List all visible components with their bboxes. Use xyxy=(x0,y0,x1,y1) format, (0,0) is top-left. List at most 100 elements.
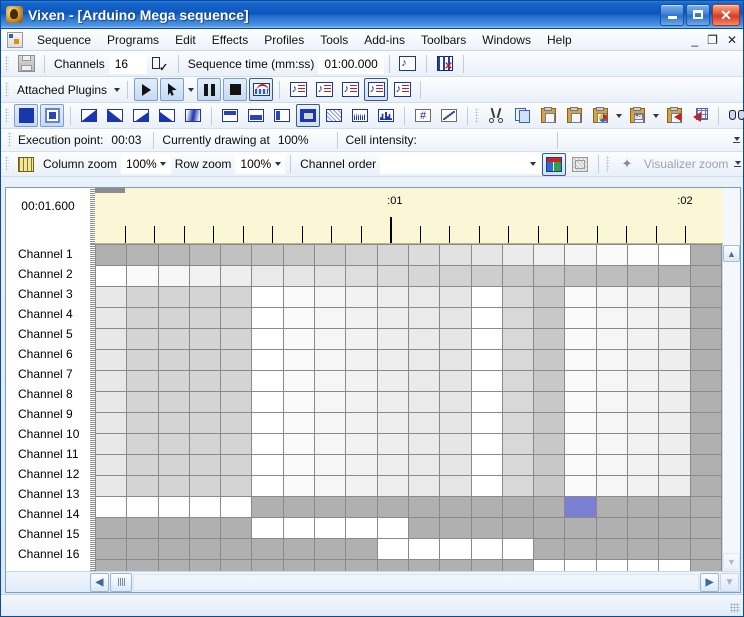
note-toolbar-1-icon[interactable]: ♪ xyxy=(286,78,310,101)
cell[interactable] xyxy=(126,328,159,350)
cell[interactable] xyxy=(689,433,722,455)
cell[interactable] xyxy=(407,538,441,560)
cell[interactable] xyxy=(282,391,316,413)
channel-name-row[interactable]: Channel 7 xyxy=(6,364,90,384)
fill-bottom-icon[interactable] xyxy=(244,104,268,127)
cell[interactable] xyxy=(407,517,441,539)
cell[interactable] xyxy=(564,286,597,308)
cell[interactable] xyxy=(282,244,316,266)
cell[interactable] xyxy=(126,517,159,539)
menu-item-tools[interactable]: Tools xyxy=(312,30,356,50)
find-icon[interactable] xyxy=(725,104,744,127)
cell[interactable] xyxy=(157,433,190,455)
play-icon[interactable] xyxy=(134,78,159,101)
scroll-thumb-grip[interactable] xyxy=(110,572,132,592)
cell[interactable] xyxy=(627,475,660,497)
cell[interactable] xyxy=(188,412,222,434)
cell[interactable] xyxy=(345,475,378,497)
cell[interactable] xyxy=(439,244,472,266)
scroll-up-icon[interactable]: ▲ xyxy=(723,245,740,262)
cell[interactable] xyxy=(345,286,378,308)
cell[interactable] xyxy=(251,265,284,287)
channel-name-row[interactable]: Channel 11 xyxy=(6,444,90,464)
cell[interactable] xyxy=(376,328,409,350)
cell[interactable] xyxy=(470,391,503,413)
note-toolbar-3-icon[interactable]: ♪ xyxy=(338,78,362,101)
cell[interactable] xyxy=(345,538,378,560)
cell[interactable] xyxy=(439,370,472,392)
cell[interactable] xyxy=(95,391,128,413)
cell[interactable] xyxy=(345,559,378,571)
cell[interactable] xyxy=(157,265,190,287)
cell[interactable] xyxy=(470,349,503,371)
cell[interactable] xyxy=(188,496,222,518)
cell[interactable] xyxy=(126,307,159,329)
cell[interactable] xyxy=(126,286,159,308)
cell[interactable] xyxy=(595,475,629,497)
cell[interactable] xyxy=(126,370,159,392)
cell[interactable] xyxy=(282,328,316,350)
timeline-ruler[interactable]: :01:02 xyxy=(95,188,723,244)
cell[interactable] xyxy=(220,307,253,329)
fill-left-icon[interactable] xyxy=(270,104,294,127)
cell[interactable] xyxy=(188,538,222,560)
cell[interactable] xyxy=(501,433,535,455)
cell[interactable] xyxy=(501,412,535,434)
cell[interactable] xyxy=(314,475,347,497)
cell[interactable] xyxy=(533,265,566,287)
menu-item-programs[interactable]: Programs xyxy=(99,30,167,50)
stop-icon[interactable] xyxy=(223,78,248,101)
horizontal-scrollbar[interactable]: ◀ ▶ ▼ xyxy=(6,571,740,592)
cell[interactable] xyxy=(407,244,441,266)
cell[interactable] xyxy=(188,391,222,413)
cell[interactable] xyxy=(220,475,253,497)
cell[interactable] xyxy=(689,475,722,497)
cell[interactable] xyxy=(126,475,159,497)
channel-name-row[interactable]: Channel 16 xyxy=(6,544,90,564)
cell[interactable] xyxy=(439,433,472,455)
cell[interactable] xyxy=(220,370,253,392)
cell[interactable] xyxy=(501,496,535,518)
cell[interactable] xyxy=(470,412,503,434)
cell[interactable] xyxy=(220,559,253,571)
cell[interactable] xyxy=(251,454,284,476)
fill-solid-icon[interactable] xyxy=(296,104,320,127)
cut-icon[interactable] xyxy=(484,104,508,127)
cell[interactable] xyxy=(533,370,566,392)
cell[interactable] xyxy=(157,328,190,350)
cell[interactable] xyxy=(126,244,159,266)
cell[interactable] xyxy=(595,349,629,371)
cell[interactable] xyxy=(689,391,722,413)
cell[interactable] xyxy=(533,349,566,371)
cell[interactable] xyxy=(564,328,597,350)
zoom-overflow-button[interactable] xyxy=(732,152,743,176)
paste-special-icon[interactable] xyxy=(562,104,586,127)
cell[interactable] xyxy=(376,265,409,287)
cell[interactable] xyxy=(251,475,284,497)
cell[interactable] xyxy=(658,496,691,518)
cell[interactable] xyxy=(157,496,190,518)
cell[interactable] xyxy=(126,412,159,434)
cell[interactable] xyxy=(345,265,378,287)
scroll-right-icon[interactable]: ▶ xyxy=(700,572,719,592)
note-toolbar-4-icon[interactable]: ♪ xyxy=(364,78,389,101)
cell[interactable] xyxy=(658,370,691,392)
mdi-restore-button[interactable]: ❐ xyxy=(707,34,718,46)
cell[interactable] xyxy=(407,286,441,308)
menu-item-profiles[interactable]: Profiles xyxy=(256,30,312,50)
cell[interactable] xyxy=(251,538,284,560)
cell[interactable] xyxy=(439,286,472,308)
column-zoom-chevron-down-icon[interactable] xyxy=(157,156,170,172)
cell[interactable] xyxy=(282,496,316,518)
cell[interactable] xyxy=(501,454,535,476)
cell[interactable] xyxy=(95,475,128,497)
cell[interactable] xyxy=(126,349,159,371)
cell[interactable] xyxy=(658,559,691,571)
menu-item-sequence[interactable]: Sequence xyxy=(29,30,99,50)
cell[interactable] xyxy=(689,412,722,434)
cell[interactable] xyxy=(251,370,284,392)
cell[interactable] xyxy=(658,391,691,413)
cell[interactable] xyxy=(627,412,660,434)
playhead-marker[interactable] xyxy=(95,188,126,193)
cell[interactable] xyxy=(595,244,629,266)
